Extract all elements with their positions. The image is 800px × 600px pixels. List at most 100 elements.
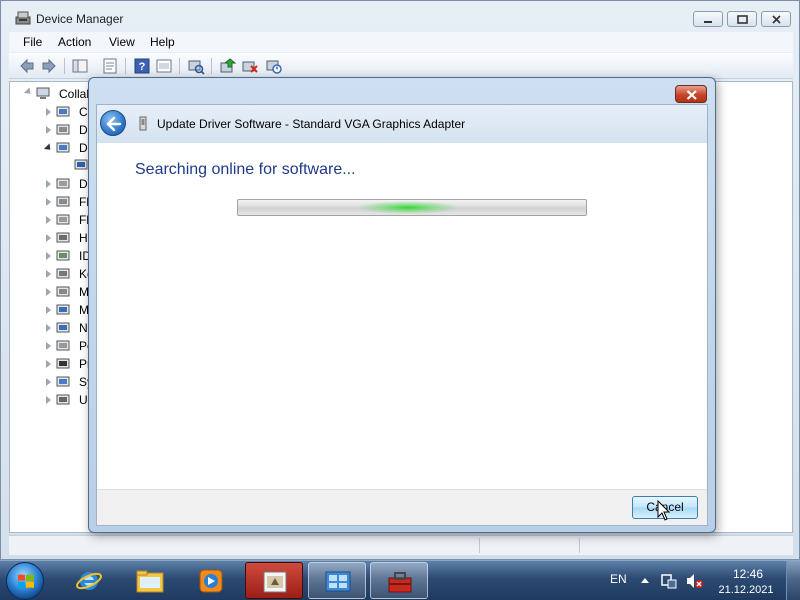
show-hidden-icons-icon[interactable] bbox=[640, 573, 650, 587]
disable-device-icon[interactable] bbox=[265, 57, 283, 75]
taskbar-internet-explorer[interactable] bbox=[60, 562, 118, 599]
taskbar-control-panel[interactable] bbox=[308, 562, 366, 599]
menu-file[interactable]: File bbox=[23, 35, 42, 49]
graphics-adapter-icon bbox=[139, 116, 147, 131]
svg-text:?: ? bbox=[139, 61, 146, 73]
expander-icon[interactable] bbox=[46, 126, 51, 134]
expander-icon[interactable] bbox=[46, 342, 51, 350]
toolbar-separator bbox=[211, 58, 212, 74]
dialog-body: Update Driver Software - Standard VGA Gr… bbox=[96, 104, 708, 526]
menu-view[interactable]: View bbox=[109, 35, 135, 49]
progress-marquee-glow bbox=[358, 201, 458, 214]
show-desktop-button[interactable] bbox=[786, 561, 800, 600]
help-icon[interactable]: ? bbox=[133, 57, 151, 75]
expander-icon[interactable] bbox=[46, 324, 51, 332]
dialog-title: Update Driver Software - Standard VGA Gr… bbox=[157, 117, 466, 131]
monitor-icon bbox=[56, 304, 70, 315]
windows-logo-icon bbox=[18, 574, 34, 588]
media-player-icon bbox=[199, 569, 223, 593]
taskbar-windows-explorer[interactable] bbox=[120, 562, 178, 599]
computer-icon bbox=[56, 106, 70, 117]
search-progress-bar bbox=[237, 199, 587, 216]
expander-icon[interactable] bbox=[46, 378, 51, 386]
close-icon bbox=[686, 90, 697, 100]
display-adapter-icon bbox=[74, 159, 88, 170]
toolbar-separator bbox=[125, 58, 126, 74]
clock-time[interactable]: 12:46 bbox=[728, 567, 768, 581]
floppy-controller-icon bbox=[56, 196, 70, 207]
expander-icon[interactable] bbox=[43, 143, 54, 153]
expander-icon[interactable] bbox=[46, 198, 51, 206]
keyboard-icon bbox=[56, 268, 70, 279]
windows-explorer-icon bbox=[136, 570, 164, 593]
update-driver-dialog: Update Driver Software - Standard VGA Gr… bbox=[88, 77, 716, 533]
expander-icon[interactable] bbox=[46, 396, 51, 404]
forward-arrow-icon[interactable] bbox=[40, 57, 58, 75]
properties-sheet-icon[interactable] bbox=[101, 57, 119, 75]
back-arrow-icon[interactable] bbox=[18, 57, 36, 75]
close-icon bbox=[772, 15, 781, 24]
show-hidden-icon[interactable] bbox=[155, 57, 173, 75]
status-pane bbox=[479, 538, 579, 553]
restore-icon bbox=[737, 15, 748, 24]
dialog-close-button[interactable] bbox=[675, 85, 707, 103]
dialog-footer: Cancel bbox=[97, 489, 707, 525]
expander-icon[interactable] bbox=[46, 234, 51, 242]
back-button[interactable] bbox=[100, 110, 126, 136]
floppy-drive-icon bbox=[56, 214, 70, 225]
expander-icon[interactable] bbox=[46, 288, 51, 296]
status-pane bbox=[579, 538, 679, 553]
toolbar-separator bbox=[179, 58, 180, 74]
toolbar-separator bbox=[64, 58, 65, 74]
update-driver-icon[interactable] bbox=[219, 57, 237, 75]
minimize-icon bbox=[704, 21, 712, 23]
disk-drive-icon bbox=[56, 124, 70, 135]
action-center-icon[interactable] bbox=[661, 573, 677, 589]
toolbar: ? bbox=[9, 53, 793, 79]
minimize-button[interactable] bbox=[693, 11, 723, 27]
expander-icon[interactable] bbox=[46, 360, 51, 368]
system-devices-icon bbox=[56, 376, 70, 387]
search-status-heading: Searching online for software... bbox=[135, 161, 356, 178]
taskbar-device-manager[interactable] bbox=[245, 562, 303, 599]
expander-icon[interactable] bbox=[46, 108, 51, 116]
expander-icon[interactable] bbox=[46, 306, 51, 314]
language-indicator[interactable]: EN bbox=[610, 572, 627, 586]
internet-explorer-icon bbox=[76, 572, 102, 590]
processor-icon bbox=[56, 358, 70, 369]
taskbar: EN 12:46 21.12.2021 bbox=[0, 560, 800, 600]
scan-hardware-icon[interactable] bbox=[187, 57, 205, 75]
menu-bar: File Action View Help bbox=[9, 32, 793, 52]
expander-icon[interactable] bbox=[46, 180, 51, 188]
maximize-button[interactable] bbox=[727, 11, 757, 27]
ports-icon bbox=[56, 340, 70, 351]
window-title: Device Manager bbox=[36, 12, 124, 26]
taskbar-media-player[interactable] bbox=[182, 562, 240, 599]
close-button[interactable] bbox=[761, 11, 791, 27]
expander-icon[interactable] bbox=[46, 270, 51, 278]
expander-icon[interactable] bbox=[23, 87, 34, 97]
start-button[interactable] bbox=[6, 562, 44, 600]
usb-controller-icon bbox=[56, 394, 70, 405]
back-arrow-icon bbox=[106, 116, 122, 132]
control-panel-icon bbox=[325, 571, 351, 592]
toolbox-icon bbox=[388, 572, 412, 593]
dvd-drive-icon bbox=[56, 178, 70, 189]
dialog-header: Update Driver Software - Standard VGA Gr… bbox=[97, 105, 707, 143]
network-adapter-icon bbox=[56, 322, 70, 333]
clock-date[interactable]: 21.12.2021 bbox=[716, 584, 776, 596]
mouse-icon bbox=[56, 286, 70, 297]
volume-muted-icon[interactable] bbox=[686, 573, 704, 589]
taskbar-toolbox[interactable] bbox=[370, 562, 428, 599]
expander-icon[interactable] bbox=[46, 216, 51, 224]
properties-pane-icon[interactable] bbox=[71, 57, 89, 75]
expander-icon[interactable] bbox=[46, 252, 51, 260]
mouse-cursor-icon bbox=[657, 500, 671, 521]
uninstall-device-icon[interactable] bbox=[241, 57, 259, 75]
title-bar[interactable]: Device Manager bbox=[1, 1, 800, 31]
status-bar bbox=[9, 535, 793, 555]
display-adapter-icon bbox=[56, 142, 70, 153]
menu-action[interactable]: Action bbox=[58, 35, 91, 49]
menu-help[interactable]: Help bbox=[150, 35, 175, 49]
device-manager-icon bbox=[15, 11, 31, 25]
